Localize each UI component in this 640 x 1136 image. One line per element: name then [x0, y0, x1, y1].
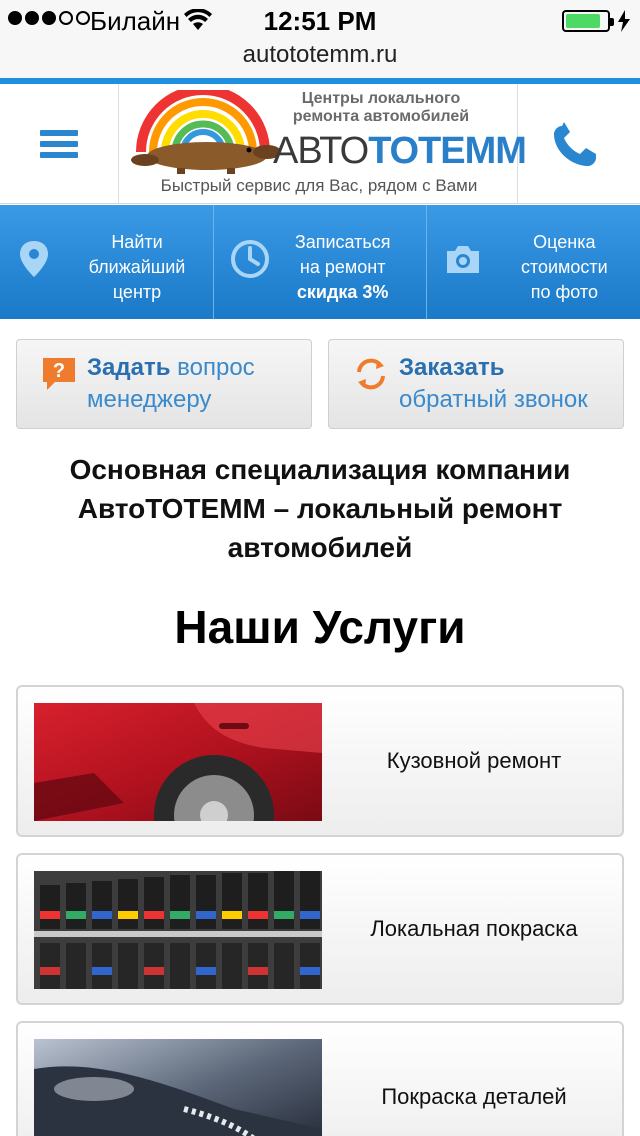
photo-estimate-line2: стоимости [520, 257, 608, 277]
address-bar[interactable]: autototemm.ru [0, 40, 640, 80]
callback-line2: обратный звонок [399, 386, 588, 413]
service-label: Локальная покраска [370, 916, 578, 941]
service-card-body-repair[interactable]: Кузовной ремонт [16, 685, 624, 837]
book-repair-button[interactable]: Записаться на ремонт скидка 3% [214, 205, 428, 319]
red-car-body-photo [34, 703, 322, 821]
photo-estimate-line3: по фото [530, 282, 598, 302]
refresh-icon [357, 358, 385, 390]
ask-manager-rest: вопрос [170, 354, 255, 381]
find-center-line2: ближайший [88, 257, 186, 277]
quick-actions-bar: Найти ближайший центр Записаться на ремо… [0, 205, 640, 319]
service-label: Кузовной ремонт [386, 748, 562, 773]
site-header: Центры локального ремонта автомобилей АВ… [0, 84, 640, 204]
logo-tagline: Центры локального ремонта автомобилей [292, 90, 470, 125]
ask-manager-line2: менеджеру [87, 386, 212, 413]
clock-icon [230, 240, 269, 278]
photo-estimate-line1: Оценка [533, 232, 596, 252]
find-center-line3: центр [112, 282, 162, 302]
platypus-logo-icon [131, 90, 279, 174]
question-chat-icon: ? [43, 358, 75, 390]
find-center-button[interactable]: Найти ближайший центр [0, 205, 214, 319]
clock-time: 12:51 PM [263, 6, 377, 36]
find-center-line1: Найти [111, 232, 163, 252]
service-card-parts-painting[interactable]: Покраска деталей [16, 1021, 624, 1136]
logo-brand: АВТОТОТЕММ [273, 130, 527, 172]
callback-bold: Заказать [399, 354, 505, 381]
car-bumper-photo [34, 1039, 322, 1136]
svg-text:?: ? [53, 360, 65, 382]
charging-bolt-icon [618, 10, 630, 32]
url-text: autototemm.ru [242, 41, 398, 68]
ask-manager-button[interactable]: ? Задать вопрос менеджеру [16, 339, 312, 429]
menu-button[interactable] [18, 106, 100, 180]
battery-icon [562, 10, 614, 32]
ask-manager-bold: Задать [87, 354, 171, 381]
discount-text: скидка 3% [296, 282, 389, 302]
location-pin-icon [20, 241, 48, 277]
logo-slogan: Быстрый сервис для Вас, рядом с Вами [160, 176, 478, 195]
service-label: Покраска деталей [381, 1084, 567, 1109]
phone-icon[interactable] [540, 114, 610, 174]
status-bar: Билайн 12:51 PM [0, 0, 640, 40]
paint-cans-shelf-photo [34, 871, 322, 989]
service-card-local-painting[interactable]: Локальная покраска [16, 853, 624, 1005]
services-title: Наши Услуги [174, 601, 466, 653]
photo-estimate-button[interactable]: Оценка стоимости по фото [427, 205, 640, 319]
site-logo[interactable]: Центры локального ремонта автомобилей АВ… [118, 84, 527, 204]
camera-icon [447, 246, 480, 273]
book-repair-line1: Записаться [294, 232, 391, 252]
callback-button[interactable]: Заказать обратный звонок [328, 339, 624, 429]
specialization-heading: Основная специализация компании АвтоТОТЕ… [69, 454, 571, 563]
book-repair-line2: на ремонт [299, 257, 386, 277]
